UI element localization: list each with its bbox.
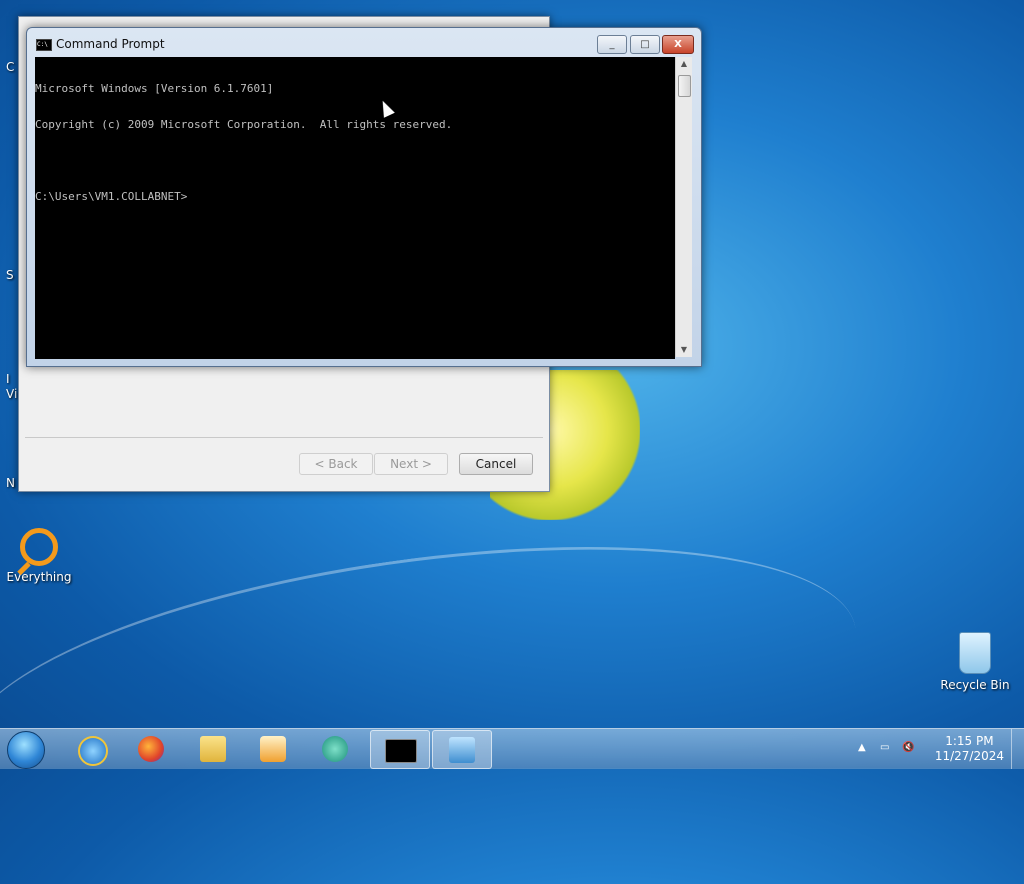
maximize-button[interactable]: □ — [630, 35, 660, 54]
setup-wizard-icon — [449, 737, 475, 763]
vertical-scrollbar[interactable]: ▲ ▼ — [675, 57, 692, 357]
command-prompt-window[interactable]: C:\ Command Prompt _ □ X Microsoft Windo… — [26, 27, 702, 367]
taskbar-command-prompt[interactable] — [370, 730, 430, 769]
cancel-button[interactable]: Cancel — [459, 453, 533, 475]
taskbar-internet-explorer[interactable] — [62, 730, 120, 767]
firefox-icon — [138, 736, 164, 762]
desktop-icon-label: Everything — [6, 570, 72, 584]
title-bar[interactable]: C:\ Command Prompt _ □ X — [27, 28, 701, 58]
desktop-icon-everything[interactable]: Everything — [4, 528, 74, 584]
command-prompt-icon — [385, 739, 417, 763]
volume-muted-icon[interactable]: 🔇 — [902, 742, 916, 756]
wizard-button-separator — [25, 437, 543, 438]
desktop-icon-recycle-bin[interactable]: Recycle Bin — [940, 632, 1010, 692]
start-button[interactable] — [7, 731, 45, 769]
taskbar-file-explorer[interactable] — [184, 730, 242, 767]
console-output[interactable]: Microsoft Windows [Version 6.1.7601] Cop… — [35, 57, 675, 359]
show-desktop-button[interactable] — [1011, 729, 1024, 769]
clock[interactable]: 1:15 PM 11/27/2024 — [935, 734, 1004, 764]
desktop-edge-label: I — [6, 372, 10, 386]
window-title: Command Prompt — [56, 37, 165, 51]
clock-time: 1:15 PM — [945, 734, 994, 748]
desktop-edge-label: S — [6, 268, 14, 282]
taskbar-app[interactable] — [306, 730, 364, 767]
console-line: Copyright (c) 2009 Microsoft Corporation… — [35, 118, 453, 131]
recycle-bin-icon — [959, 632, 991, 674]
desktop-edge-label: C — [6, 60, 15, 74]
back-button[interactable]: < Back — [299, 453, 373, 475]
scroll-thumb[interactable] — [678, 75, 691, 97]
scroll-up-arrow-icon[interactable]: ▲ — [676, 57, 692, 71]
taskbar-setup-wizard[interactable] — [432, 730, 492, 769]
file-explorer-icon — [200, 736, 226, 762]
everything-icon — [20, 528, 58, 566]
show-hidden-icons-icon[interactable]: ▲ — [858, 742, 872, 756]
internet-explorer-icon — [78, 736, 108, 766]
console-prompt: C:\Users\VM1.COLLABNET> — [35, 190, 188, 203]
taskbar: ▲ ▭ 🔇 1:15 PM 11/27/2024 — [0, 728, 1024, 769]
command-prompt-icon: C:\ — [36, 39, 52, 51]
network-icon[interactable]: ▭ — [880, 742, 894, 756]
scroll-down-arrow-icon[interactable]: ▼ — [676, 343, 692, 357]
desktop-edge-label: N — [6, 476, 15, 490]
taskbar-media-player[interactable] — [244, 730, 302, 767]
system-tray: ▲ ▭ 🔇 1:15 PM 11/27/2024 — [854, 729, 1024, 769]
desktop-edge-label: Vi — [6, 387, 18, 401]
clock-date: 11/27/2024 — [934, 749, 1004, 763]
app-icon — [322, 736, 348, 762]
close-button[interactable]: X — [662, 35, 694, 54]
taskbar-firefox[interactable] — [122, 730, 180, 767]
next-button[interactable]: Next > — [374, 453, 448, 475]
desktop-icon-label: Recycle Bin — [940, 678, 1010, 692]
minimize-button[interactable]: _ — [597, 35, 627, 54]
wallpaper-swirl — [0, 498, 874, 884]
media-player-icon — [260, 736, 286, 762]
console-line: Microsoft Windows [Version 6.1.7601] — [35, 82, 274, 95]
